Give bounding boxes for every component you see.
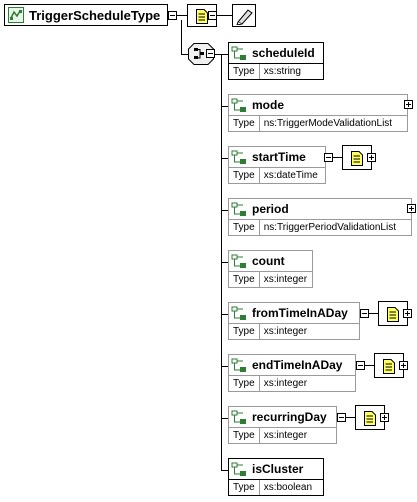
type-value: ns:TriggerModeValidationList: [263, 118, 393, 129]
element-icon: [231, 254, 246, 268]
recurringDay-collapse-toggle[interactable]: [337, 413, 346, 422]
element-name: isCluster: [252, 462, 304, 476]
element-recurringDay[interactable]: recurringDay Type xs:integer: [228, 406, 337, 444]
startTime-collapse-toggle[interactable]: [324, 153, 333, 162]
root-complex-type[interactable]: TriggerScheduleType: [4, 4, 168, 26]
type-key: Type: [229, 64, 260, 79]
sequence-collapse-toggle[interactable]: [206, 49, 215, 58]
element-name: recurringDay: [252, 410, 327, 424]
element-name: mode: [252, 98, 285, 112]
annotation-note-icon: [383, 358, 395, 374]
type-key: Type: [229, 480, 260, 495]
bus-tick-period: [221, 210, 228, 211]
endTimeInADay-collapse-toggle[interactable]: [356, 361, 365, 370]
type-value: xs:integer: [263, 378, 308, 389]
mode-expand-toggle[interactable]: [404, 100, 413, 109]
element-icon: [231, 410, 246, 424]
startTime-annot-connector: [333, 157, 342, 158]
type-value: xs:string: [263, 66, 301, 77]
element-name: period: [252, 202, 289, 216]
element-name: count: [252, 254, 285, 268]
element-icon: [231, 202, 246, 216]
annotation-note-icon: [351, 150, 363, 166]
root-type-name: TriggerScheduleType: [29, 7, 161, 23]
facets-pen-icon: [236, 9, 253, 25]
type-key: Type: [229, 428, 260, 443]
complex-type-icon: [8, 7, 24, 23]
bus-tick-recurringDay: [221, 418, 228, 419]
type-key: Type: [229, 116, 260, 131]
bus-tick-isCluster: [221, 470, 228, 471]
fromTimeInADay-collapse-toggle[interactable]: [360, 309, 369, 318]
bus-tick-count: [221, 262, 228, 263]
type-key: Type: [229, 376, 260, 391]
bus-tick-startTime: [221, 158, 228, 159]
type-key: Type: [229, 168, 260, 183]
element-name: endTimeInADay: [252, 358, 343, 372]
type-value: xs:integer: [263, 326, 308, 337]
element-name: startTime: [252, 150, 306, 164]
bus-tick-mode: [221, 106, 228, 107]
element-count[interactable]: count Type xs:integer: [228, 250, 313, 288]
element-scheduleId[interactable]: scheduleId Type xs:string: [228, 42, 324, 80]
type-key: Type: [229, 272, 260, 287]
type-value: xs:integer: [263, 274, 308, 285]
endTimeInADay-annot-connector: [365, 365, 374, 366]
period-expand-toggle[interactable]: [407, 204, 416, 213]
type-value: ns:TriggerPeriodValidationList: [263, 222, 396, 233]
fromTimeInADay-annot-connector: [369, 313, 378, 314]
element-name: scheduleId: [252, 46, 315, 60]
startTime-annotation-expand[interactable]: [367, 153, 376, 162]
bus-tick-fromTimeInADay: [221, 314, 228, 315]
recurringDay-annot-connector: [346, 417, 355, 418]
type-value: xs:dateTime: [263, 170, 318, 181]
annotation-note-icon: [387, 306, 399, 322]
fromTimeInADay-annotation-expand[interactable]: [403, 309, 412, 318]
bus-tick-scheduleId: [221, 54, 228, 55]
element-icon: [231, 462, 246, 476]
annotation-note-icon: [364, 410, 376, 426]
element-period[interactable]: period Type ns:TriggerPeriodValidationLi…: [228, 198, 412, 236]
type-key: Type: [229, 324, 260, 339]
endTimeInADay-annotation-expand[interactable]: [399, 361, 408, 370]
element-endTimeInADay[interactable]: endTimeInADay Type xs:integer: [228, 354, 356, 392]
connector-annot-facet: [217, 15, 232, 16]
element-mode[interactable]: mode Type ns:TriggerModeValidationList: [228, 94, 408, 132]
element-startTime[interactable]: startTime Type xs:dateTime: [228, 146, 326, 184]
root-collapse-toggle[interactable]: [168, 11, 177, 20]
element-isCluster[interactable]: isCluster Type xs:boolean: [228, 458, 324, 496]
annotation-note-icon: [196, 8, 208, 24]
element-icon: [231, 150, 246, 164]
type-key: Type: [229, 220, 260, 235]
type-value: xs:integer: [263, 430, 308, 441]
connector-root-down: [181, 20, 182, 54]
element-icon: [231, 358, 246, 372]
element-icon: [231, 46, 246, 60]
element-icon: [231, 98, 246, 112]
bus-tick-endTimeInADay: [221, 366, 228, 367]
connector-root-annot: [177, 15, 187, 16]
root-facets-box[interactable]: [232, 4, 256, 27]
recurringDay-annotation-expand[interactable]: [380, 413, 389, 422]
element-icon: [231, 306, 246, 320]
element-fromTimeInADay[interactable]: fromTimeInADay Type xs:integer: [228, 302, 360, 340]
root-annotation-toggle[interactable]: [208, 11, 217, 20]
element-name: fromTimeInADay: [252, 306, 348, 320]
type-value: xs:boolean: [263, 482, 313, 493]
